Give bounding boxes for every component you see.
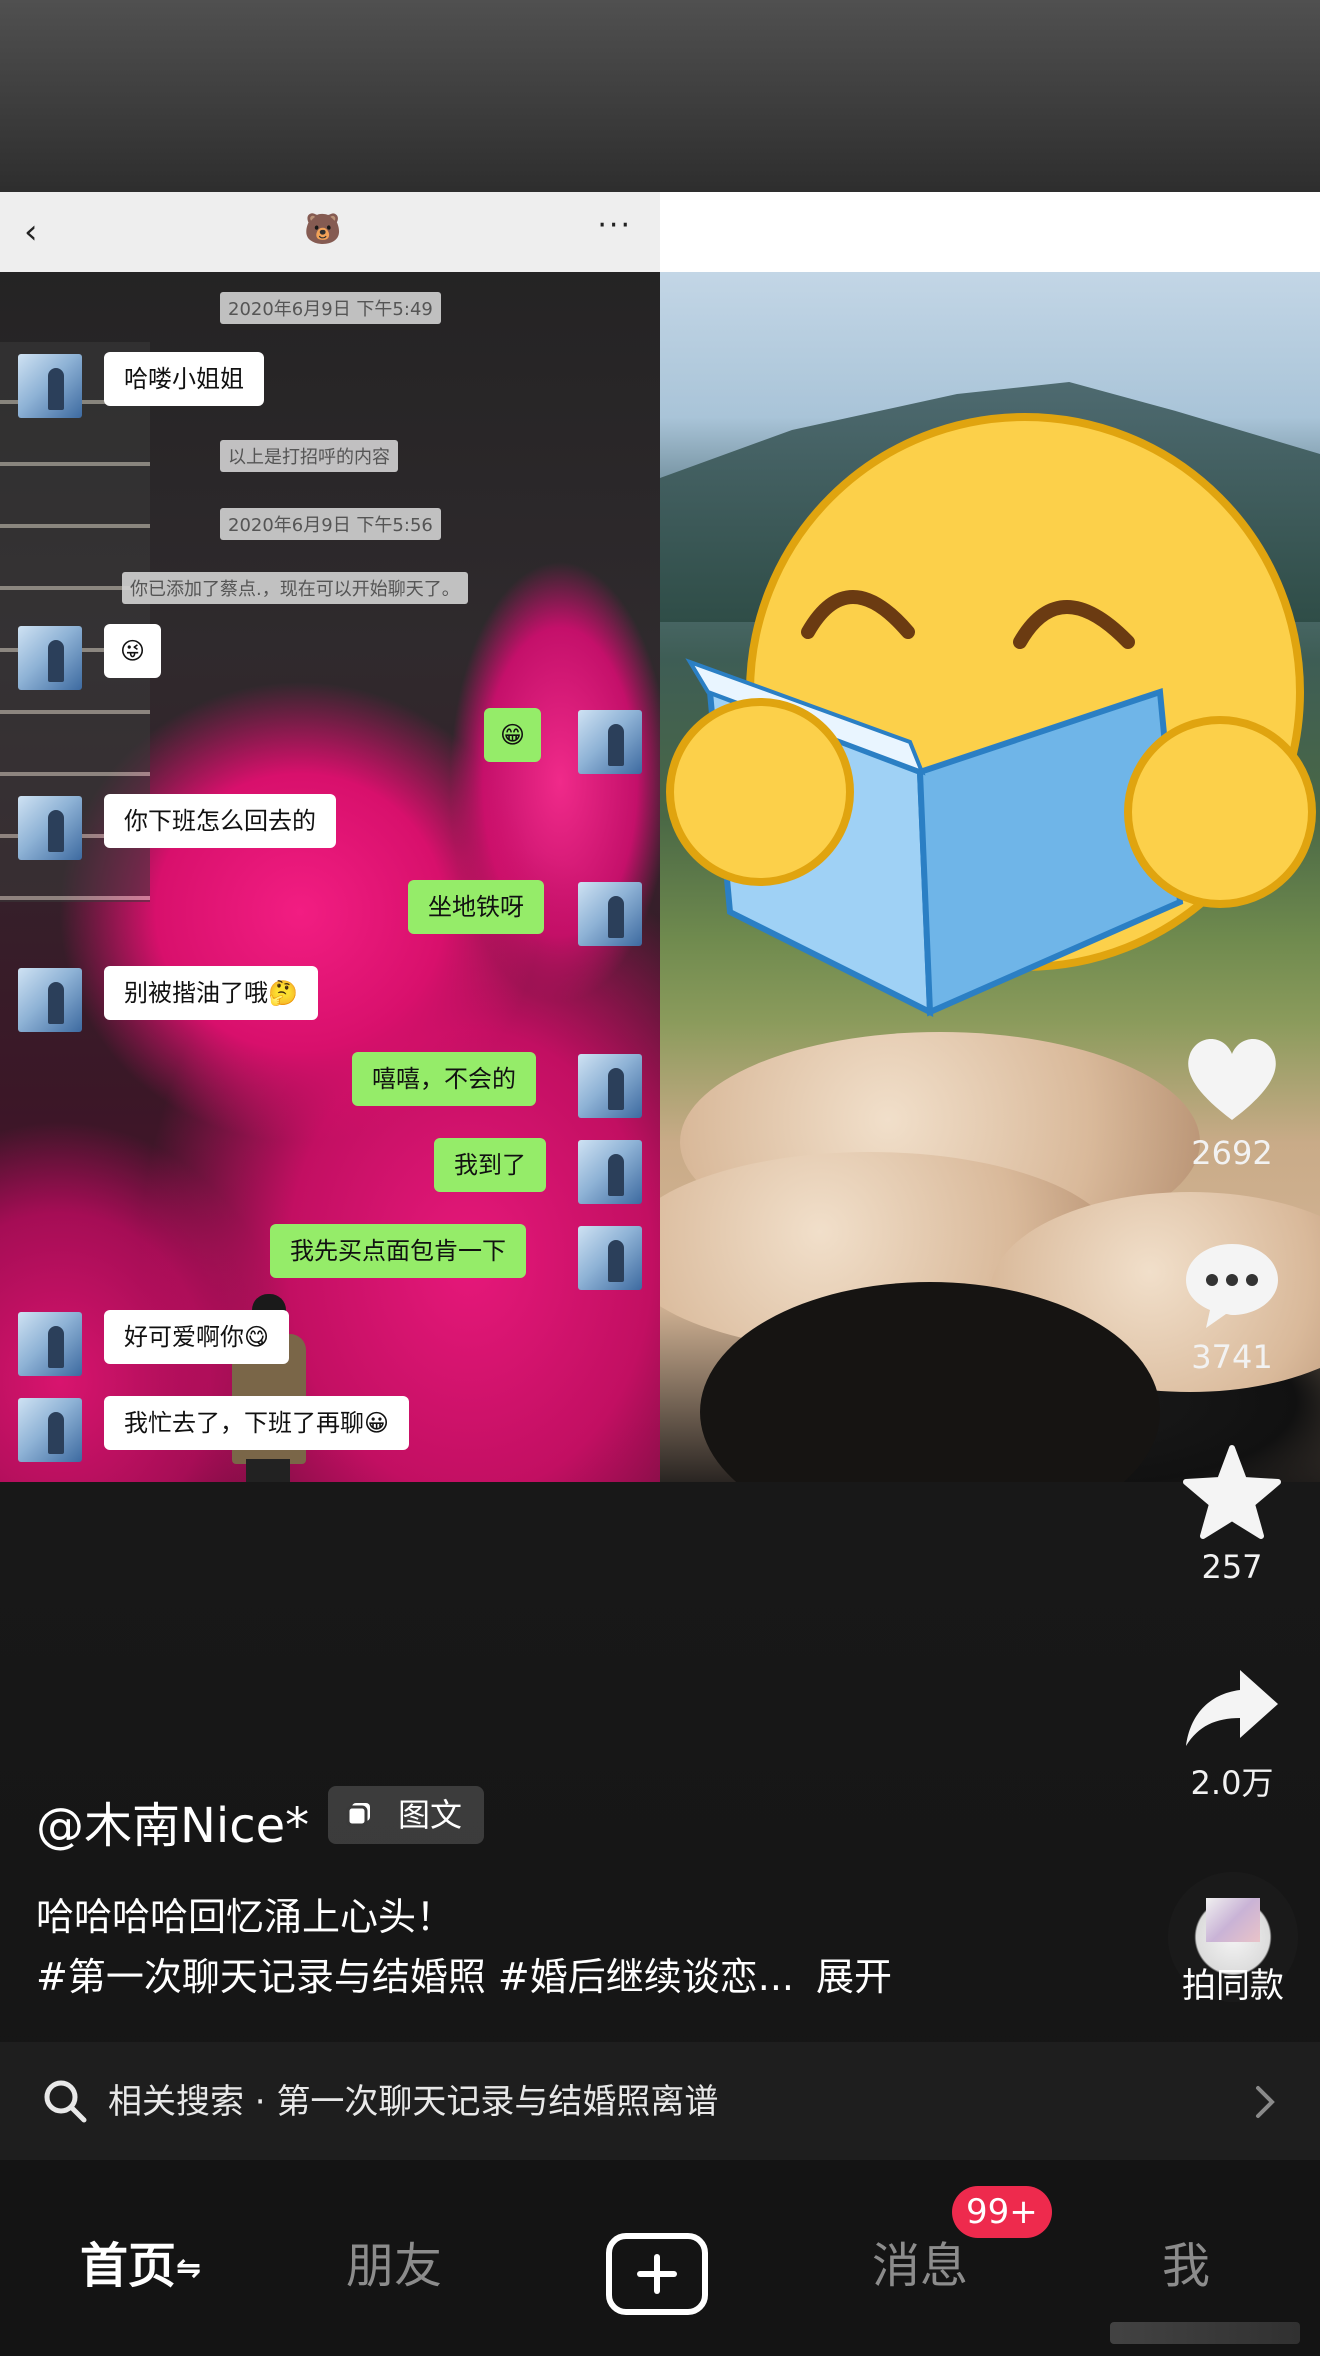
caption-hashtag-text[interactable]: #第一次聊天记录与结婚照 #婚后继续谈恋...	[36, 1955, 794, 1999]
favorite-action[interactable]: 257	[1172, 1444, 1292, 1586]
plus-icon	[637, 2254, 677, 2294]
nav-home[interactable]: 首页⇋	[80, 2242, 201, 2290]
chat-bubble-sent: 嘻嘻，不会的	[352, 1052, 536, 1106]
chat-screenshot-image[interactable]: ‹ 🐻 ··· 2020年6月9日 下午5:49 哈喽小姐姐 以上是打招呼的内容…	[0, 192, 660, 1482]
chat-bubble-received: 😜	[104, 624, 162, 678]
favorite-count: 257	[1201, 1548, 1263, 1586]
chat-timestamp: 2020年6月9日 下午5:49	[220, 292, 441, 324]
comment-action[interactable]: 3741	[1172, 1240, 1292, 1376]
create-button[interactable]	[606, 2233, 708, 2315]
chat-bubble-received: 你下班怎么回去的	[104, 794, 336, 848]
comment-count: 3741	[1191, 1338, 1273, 1376]
avatar	[18, 626, 82, 690]
avatar	[578, 1054, 642, 1118]
heart-icon	[1188, 1039, 1276, 1120]
chat-bubble-received: 好可爱啊你😋	[104, 1310, 290, 1364]
reading-emoji-sticker	[666, 413, 1316, 1017]
nav-me[interactable]: 我	[1162, 2242, 1210, 2290]
watermark	[1110, 2322, 1300, 2344]
related-search-prefix: 相关搜索 ·	[108, 2082, 277, 2122]
more-icon: ···	[597, 208, 632, 243]
chat-bubble-sent: 坐地铁呀	[408, 880, 544, 934]
avatar	[578, 710, 642, 774]
avatar	[18, 1398, 82, 1462]
search-icon	[44, 2080, 87, 2123]
like-action[interactable]: 2692	[1172, 1030, 1292, 1172]
chat-bubble-received: 我忙去了，下班了再聊😀	[104, 1396, 410, 1450]
share-count: 2.0万	[1190, 1764, 1274, 1802]
post-type-tag: 图文	[328, 1786, 484, 1844]
avatar	[578, 1140, 642, 1204]
avatar	[18, 968, 82, 1032]
share-action[interactable]: 2.0万	[1172, 1664, 1292, 1804]
share-icon	[1186, 1670, 1278, 1746]
caption-hashtags: #第一次聊天记录与结婚照 #婚后继续谈恋... 展开	[36, 1946, 892, 2001]
like-count: 2692	[1191, 1134, 1273, 1172]
avatar	[578, 882, 642, 946]
expand-button[interactable]: 展开	[816, 1955, 892, 1999]
chat-title-icon: 🐻	[304, 212, 342, 247]
caption-text: 哈哈哈哈回忆涌上心头！	[36, 1895, 455, 1939]
author-name[interactable]: @木南Nice*	[36, 1786, 309, 1856]
nav-messages[interactable]: 消息	[872, 2242, 968, 2290]
chat-bubble-sent: 我先买点面包肯一下	[270, 1224, 526, 1278]
system-note: 以上是打招呼的内容	[220, 440, 398, 472]
related-search-text: 相关搜索 · 第一次聊天记录与结婚照离谱	[108, 2074, 718, 2123]
same-style-label: 拍同款	[1182, 1966, 1284, 2006]
post-type-label: 图文	[398, 1796, 463, 1834]
image-text-icon	[346, 1803, 370, 1827]
same-style-thumbnail	[1206, 1898, 1260, 1942]
avatar	[18, 796, 82, 860]
nav-friends[interactable]: 朋友	[346, 2242, 442, 2290]
chevron-right-icon	[1256, 2086, 1275, 2118]
chat-bubble-sent: 我到了	[434, 1138, 546, 1192]
avatar	[18, 1312, 82, 1376]
chat-bubble-received: 别被揩油了哦🤔	[104, 966, 318, 1020]
chat-timestamp: 2020年6月9日 下午5:56	[220, 508, 441, 540]
avatar	[18, 354, 82, 418]
related-search-bar[interactable]: 相关搜索 · 第一次聊天记录与结婚照离谱	[0, 2042, 1320, 2160]
star-icon	[1183, 1445, 1281, 1539]
chat-bubble-sent: 😁	[484, 708, 542, 762]
chat-title-bar: ‹ 🐻 ···	[0, 192, 660, 272]
nav-home-label: 首页	[80, 2238, 177, 2294]
feed-switch-icon: ⇋	[176, 2251, 202, 2286]
related-search-query: 第一次聊天记录与结婚照离谱	[276, 2082, 719, 2122]
comment-icon	[1186, 1244, 1278, 1328]
back-icon: ‹	[24, 212, 38, 252]
message-badge: 99+	[952, 2186, 1052, 2238]
system-note: 你已添加了蔡点.，现在可以开始聊天了。	[122, 572, 468, 604]
avatar	[578, 1226, 642, 1290]
chat-bubble-received: 哈喽小姐姐	[104, 352, 264, 406]
